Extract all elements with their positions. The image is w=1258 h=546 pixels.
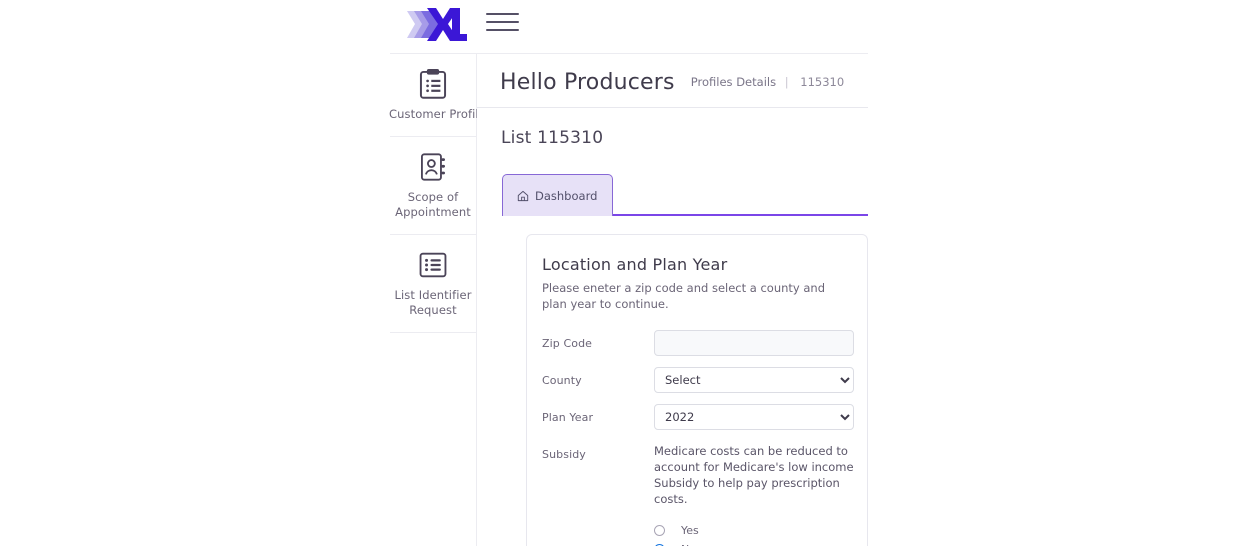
sidebar-item-scope-of-appointment[interactable]: Scope of Appointment (390, 137, 476, 235)
breadcrumb-label[interactable]: Profiles Details (691, 75, 776, 89)
subsidy-radio-group: Yes No (654, 521, 859, 546)
tab-dashboard[interactable]: Dashboard (502, 174, 614, 216)
card-title: Location and Plan Year (542, 255, 728, 274)
subsidy-description: Medicare costs can be reduced to account… (654, 444, 854, 506)
sidebar: Customer Profiles Scope of Appointment L… (389, 54, 492, 546)
county-select[interactable]: Select (654, 367, 854, 393)
field-row-county: County Select (542, 367, 854, 393)
zip-code-input[interactable] (654, 330, 854, 356)
card-subtitle: Please eneter a zip code and select a co… (542, 281, 826, 311)
list-icon (419, 252, 447, 278)
plan-year-select[interactable]: 2022 (654, 404, 854, 430)
hamburger-bar (486, 29, 519, 31)
subsidy-label: Subsidy (542, 448, 586, 461)
plan-year-label: Plan Year (542, 411, 594, 424)
radio-circle-icon (654, 525, 665, 536)
clipboard-icon (419, 68, 447, 99)
list-title: List 115310 (501, 128, 604, 148)
breadcrumb: Profiles Details | 115310 (691, 75, 844, 89)
breadcrumb-id: 115310 (800, 75, 845, 89)
location-plan-year-card: Location and Plan Year Please eneter a z… (526, 234, 868, 546)
subsidy-radio-no[interactable]: No (654, 540, 859, 546)
county-label: County (542, 374, 582, 387)
tab-label: Dashboard (535, 188, 598, 203)
subsidy-radio-yes[interactable]: Yes (654, 521, 859, 540)
sidebar-item-list-identifier-request[interactable]: List Identifier Request (390, 235, 476, 333)
field-row-subsidy: Subsidy Medicare costs can be reduced to… (542, 441, 854, 546)
top-bar (390, 0, 868, 54)
sidebar-item-label: Customer Profiles (389, 107, 492, 121)
field-row-zip-code: Zip Code (542, 330, 854, 356)
subsidy-radio-label: Yes (681, 524, 699, 537)
sidebar-item-customer-profiles[interactable]: Customer Profiles (389, 54, 492, 137)
address-book-icon (421, 153, 445, 181)
breadcrumb-separator: | (784, 75, 789, 89)
zip-code-label: Zip Code (542, 337, 593, 350)
app-root: Customer Profiles Scope of Appointment L… (0, 0, 1258, 546)
main-content: Hello Producers Profiles Details | 11531… (477, 54, 868, 546)
xl-logo-icon (407, 8, 467, 41)
page-title: Hello Producers (500, 70, 675, 95)
hamburger-bar (486, 21, 519, 23)
sidebar-item-label: List Identifier Request (394, 288, 472, 317)
page-header: Hello Producers Profiles Details | 11531… (477, 54, 868, 108)
hamburger-menu-icon[interactable] (486, 13, 519, 32)
field-row-plan-year: Plan Year 2022 (542, 404, 854, 430)
home-icon (517, 190, 529, 201)
brand-logo[interactable] (405, 2, 467, 47)
sidebar-item-label: Scope of Appointment (395, 190, 471, 219)
tab-bar: Dashboard (477, 174, 868, 216)
hamburger-bar (486, 13, 519, 15)
